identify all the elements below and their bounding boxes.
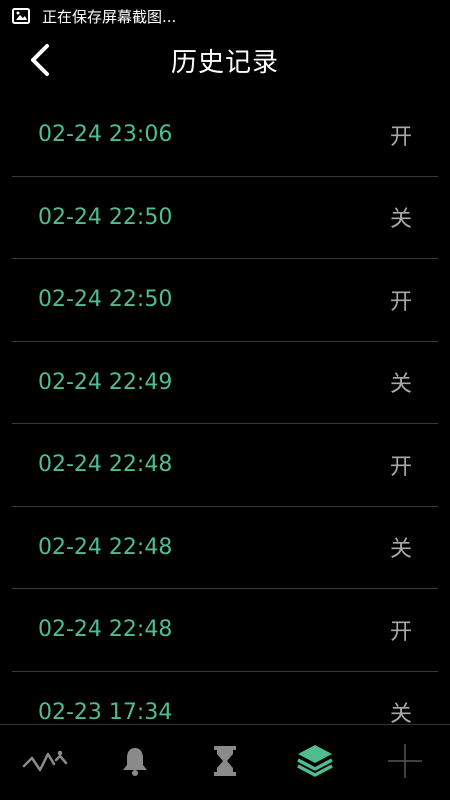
record-state: 关 <box>389 537 412 563</box>
record-state: 开 <box>389 619 412 645</box>
history-row[interactable]: 02-24 22:50 开 <box>12 259 438 342</box>
chart-line-icon <box>22 746 68 780</box>
tab-chart[interactable] <box>0 725 90 800</box>
record-state: 关 <box>389 207 412 233</box>
record-state: 开 <box>389 454 412 480</box>
record-state: 开 <box>389 124 412 150</box>
history-row[interactable]: 02-24 22:48 关 <box>12 507 438 589</box>
history-row[interactable]: 02-24 22:49 关 <box>12 342 438 424</box>
bottom-tab-bar <box>0 724 450 800</box>
history-row[interactable]: 02-24 22:48 开 <box>12 424 438 507</box>
layers-icon <box>296 743 334 783</box>
record-time: 02-24 22:49 <box>38 369 173 395</box>
tab-timer[interactable] <box>180 725 270 800</box>
history-row[interactable]: 02-24 22:48 开 <box>12 589 438 672</box>
record-state: 开 <box>389 289 412 315</box>
tab-history[interactable] <box>270 725 360 800</box>
plus-icon <box>387 743 423 783</box>
image-icon <box>12 8 30 24</box>
record-time: 02-24 22:50 <box>38 287 173 313</box>
history-row[interactable]: 02-24 22:50 关 <box>12 177 438 259</box>
status-text: 正在保存屏幕截图... <box>42 7 177 26</box>
page-title: 历史记录 <box>170 48 279 78</box>
status-bar: 正在保存屏幕截图... <box>0 0 450 32</box>
record-time: 02-24 23:06 <box>38 122 173 148</box>
record-state: 关 <box>389 702 412 724</box>
header: 历史记录 <box>0 32 450 94</box>
tab-alerts[interactable] <box>90 725 180 800</box>
record-time: 02-24 22:48 <box>38 452 173 478</box>
record-time: 02-23 17:34 <box>38 699 173 724</box>
record-time: 02-24 22:48 <box>38 617 173 643</box>
history-row[interactable]: 02-23 17:34 关 <box>12 672 438 724</box>
tab-add[interactable] <box>360 725 450 800</box>
record-time: 02-24 22:48 <box>38 534 173 560</box>
record-time: 02-24 22:50 <box>38 204 173 230</box>
bell-icon <box>119 745 151 781</box>
hourglass-icon <box>212 745 238 781</box>
history-row[interactable]: 02-24 23:06 开 <box>12 94 438 177</box>
record-state: 关 <box>389 372 412 398</box>
history-list[interactable]: 02-24 23:06 开 02-24 22:50 关 02-24 22:50 … <box>0 94 450 724</box>
